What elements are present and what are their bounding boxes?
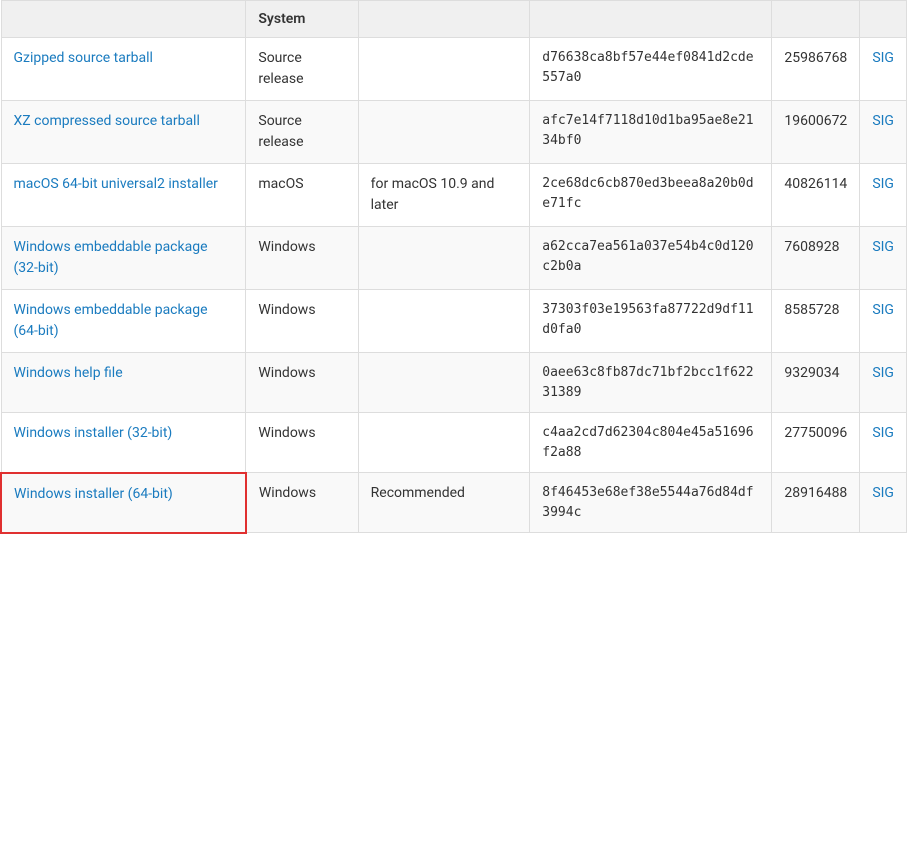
table-row: Gzipped source tarball Source release d766… xyxy=(1,38,907,101)
sig-cell: SIG xyxy=(860,473,907,533)
sig-link[interactable]: SIG xyxy=(872,176,894,192)
sig-cell: SIG xyxy=(860,227,907,290)
file-name-cell: Windows embeddable package (32-bit) xyxy=(1,227,246,290)
size-cell: 8585728 xyxy=(772,290,860,353)
file-name-cell: Windows installer (64-bit) xyxy=(1,473,246,533)
col-header-note xyxy=(358,1,530,38)
size-cell: 25986768 xyxy=(772,38,860,101)
file-name-cell: Gzipped source tarball xyxy=(1,38,246,101)
download-table-container: System Gzipped source tarball Source rele… xyxy=(0,0,907,534)
col-header-size xyxy=(772,1,860,38)
size-cell: 9329034 xyxy=(772,353,860,413)
sig-link[interactable]: SIG xyxy=(872,365,894,381)
note-cell xyxy=(358,38,530,101)
table-row: Windows embeddable package (64-bit) Windo… xyxy=(1,290,907,353)
col-header-hash xyxy=(530,1,772,38)
file-download-link[interactable]: Windows help file xyxy=(14,365,123,381)
sig-cell: SIG xyxy=(860,413,907,473)
size-cell: 40826114 xyxy=(772,164,860,227)
table-row: Windows help file Windows 0aee63c8fb87dc71… xyxy=(1,353,907,413)
hash-cell: a62cca7ea561a037e54b4c0d120c2b0a xyxy=(530,227,772,290)
sig-link[interactable]: SIG xyxy=(872,302,894,318)
file-download-link[interactable]: Windows embeddable package (64-bit) xyxy=(14,302,208,339)
col-header-sig xyxy=(860,1,907,38)
size-cell: 19600672 xyxy=(772,101,860,164)
sig-link[interactable]: SIG xyxy=(872,425,894,441)
table-row: macOS 64-bit universal2 installer macOSfo… xyxy=(1,164,907,227)
file-download-link[interactable]: macOS 64-bit universal2 installer xyxy=(14,176,218,192)
sig-cell: SIG xyxy=(860,164,907,227)
size-cell: 28916488 xyxy=(772,473,860,533)
note-cell xyxy=(358,353,530,413)
hash-cell: 2ce68dc6cb870ed3beea8a20b0de71fc xyxy=(530,164,772,227)
note-cell xyxy=(358,290,530,353)
file-name-cell: Windows embeddable package (64-bit) xyxy=(1,290,246,353)
system-cell: Windows xyxy=(246,290,358,353)
sig-cell: SIG xyxy=(860,38,907,101)
table-row: Windows installer (64-bit) WindowsRecomme… xyxy=(1,473,907,533)
download-table: System Gzipped source tarball Source rele… xyxy=(0,0,907,534)
hash-cell: d76638ca8bf57e44ef0841d2cde557a0 xyxy=(530,38,772,101)
sig-link[interactable]: SIG xyxy=(872,239,894,255)
hash-cell: 37303f03e19563fa87722d9df11d0fa0 xyxy=(530,290,772,353)
note-cell: Recommended xyxy=(358,473,530,533)
note-cell xyxy=(358,101,530,164)
table-row: XZ compressed source tarball Source relea… xyxy=(1,101,907,164)
note-cell: for macOS 10.9 and later xyxy=(358,164,530,227)
size-cell: 27750096 xyxy=(772,413,860,473)
sig-link[interactable]: SIG xyxy=(872,50,894,66)
sig-cell: SIG xyxy=(860,290,907,353)
size-cell: 7608928 xyxy=(772,227,860,290)
file-download-link[interactable]: Gzipped source tarball xyxy=(14,50,153,66)
note-cell xyxy=(358,227,530,290)
system-cell: Windows xyxy=(246,227,358,290)
file-download-link[interactable]: Windows embeddable package (32-bit) xyxy=(14,239,208,276)
system-cell: Windows xyxy=(246,473,358,533)
file-download-link[interactable]: XZ compressed source tarball xyxy=(14,113,200,129)
sig-link[interactable]: SIG xyxy=(872,485,894,501)
system-cell: Windows xyxy=(246,413,358,473)
col-header-name xyxy=(1,1,246,38)
sig-cell: SIG xyxy=(860,101,907,164)
file-download-link[interactable]: Windows installer (64-bit) xyxy=(14,486,173,502)
hash-cell: afc7e14f7118d10d1ba95ae8e2134bf0 xyxy=(530,101,772,164)
hash-cell: 0aee63c8fb87dc71bf2bcc1f62231389 xyxy=(530,353,772,413)
hash-cell: 8f46453e68ef38e5544a76d84df3994c xyxy=(530,473,772,533)
file-name-cell: Windows installer (32-bit) xyxy=(1,413,246,473)
file-download-link[interactable]: Windows installer (32-bit) xyxy=(14,425,173,441)
hash-cell: c4aa2cd7d62304c804e45a51696f2a88 xyxy=(530,413,772,473)
system-cell: Windows xyxy=(246,353,358,413)
sig-cell: SIG xyxy=(860,353,907,413)
file-name-cell: Windows help file xyxy=(1,353,246,413)
table-header-row: System xyxy=(1,1,907,38)
sig-link[interactable]: SIG xyxy=(872,113,894,129)
system-cell: Source release xyxy=(246,38,358,101)
col-header-system: System xyxy=(246,1,358,38)
system-cell: Source release xyxy=(246,101,358,164)
note-cell xyxy=(358,413,530,473)
system-cell: macOS xyxy=(246,164,358,227)
file-name-cell: XZ compressed source tarball xyxy=(1,101,246,164)
table-row: Windows embeddable package (32-bit) Windo… xyxy=(1,227,907,290)
table-row: Windows installer (32-bit) Windows c4aa2cd… xyxy=(1,413,907,473)
file-name-cell: macOS 64-bit universal2 installer xyxy=(1,164,246,227)
